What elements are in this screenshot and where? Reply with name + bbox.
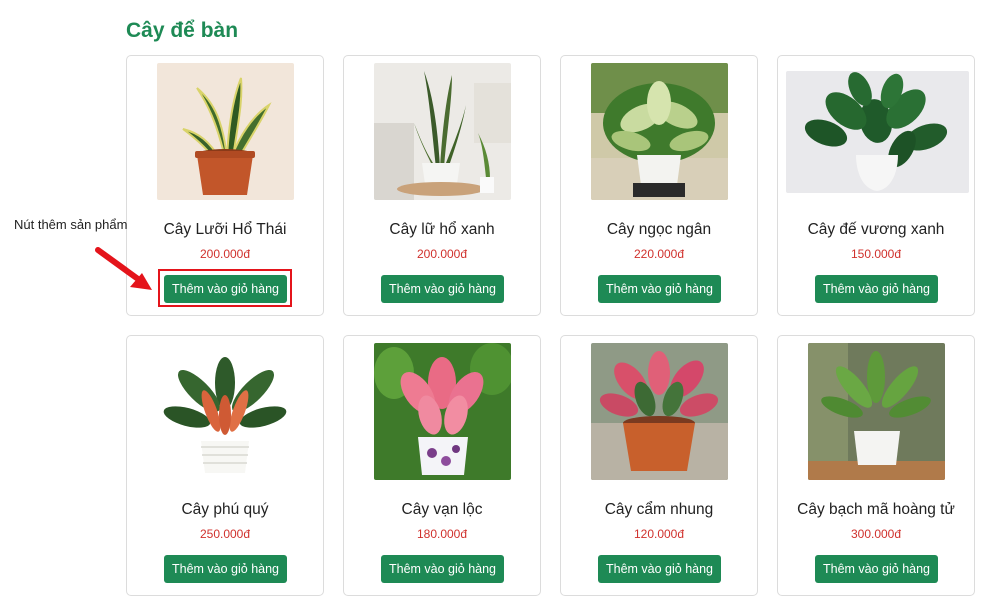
add-to-cart-button[interactable]: Thêm vào giỏ hàng xyxy=(381,555,504,583)
product-price: 250.000đ xyxy=(199,527,251,541)
product-price: 200.000đ xyxy=(416,247,468,261)
product-name[interactable]: Cây cẩm nhung xyxy=(561,501,757,519)
add-to-cart-button[interactable]: Thêm vào giỏ hàng xyxy=(815,555,938,583)
add-to-cart-button[interactable]: Thêm vào giỏ hàng xyxy=(598,275,721,303)
product-image[interactable] xyxy=(591,343,728,480)
product-card: Cây ngọc ngân 220.000đ Thêm vào giỏ hàng xyxy=(560,55,758,316)
product-name[interactable]: Cây phú quý xyxy=(127,501,323,519)
product-image[interactable] xyxy=(157,63,294,200)
product-page: Cây để bàn Cây Lưỡi Hổ Thái 200.000đ Thê… xyxy=(0,0,1006,607)
product-image[interactable] xyxy=(374,63,511,200)
product-card: Cây vạn lộc 180.000đ Thêm vào giỏ hàng xyxy=(343,335,541,596)
add-to-cart-button[interactable]: Thêm vào giỏ hàng xyxy=(815,275,938,303)
product-name[interactable]: Cây đế vương xanh xyxy=(778,221,974,239)
product-name[interactable]: Cây bạch mã hoàng tử xyxy=(778,501,974,519)
product-name[interactable]: Cây ngọc ngân xyxy=(561,221,757,239)
annotation-label: Nút thêm sản phẩm xyxy=(14,217,128,232)
product-price: 220.000đ xyxy=(633,247,685,261)
product-card: Cây lữ hổ xanh 200.000đ Thêm vào giỏ hàn… xyxy=(343,55,541,316)
product-image[interactable] xyxy=(591,63,728,200)
add-to-cart-button[interactable]: Thêm vào giỏ hàng xyxy=(598,555,721,583)
product-price: 120.000đ xyxy=(633,527,685,541)
product-price: 150.000đ xyxy=(850,247,902,261)
product-image[interactable] xyxy=(374,343,511,480)
product-price: 300.000đ xyxy=(850,527,902,541)
add-to-cart-button[interactable]: Thêm vào giỏ hàng xyxy=(164,555,287,583)
product-card: Cây phú quý 250.000đ Thêm vào giỏ hàng xyxy=(126,335,324,596)
section-title: Cây để bàn xyxy=(126,19,239,42)
annotation-highlight-box xyxy=(158,269,292,307)
add-to-cart-button[interactable]: Thêm vào giỏ hàng xyxy=(381,275,504,303)
product-price: 180.000đ xyxy=(416,527,468,541)
product-name[interactable]: Cây Lưỡi Hổ Thái xyxy=(127,221,323,239)
product-card: Cây đế vương xanh 150.000đ Thêm vào giỏ … xyxy=(777,55,975,316)
product-card: Cây cẩm nhung 120.000đ Thêm vào giỏ hàng xyxy=(560,335,758,596)
product-image[interactable] xyxy=(808,343,945,480)
product-card: Cây bạch mã hoàng tử 300.000đ Thêm vào g… xyxy=(777,335,975,596)
red-arrow-icon xyxy=(95,247,152,290)
product-image[interactable] xyxy=(157,343,294,480)
product-name[interactable]: Cây vạn lộc xyxy=(344,501,540,519)
product-name[interactable]: Cây lữ hổ xanh xyxy=(344,221,540,239)
product-image[interactable] xyxy=(786,71,969,193)
